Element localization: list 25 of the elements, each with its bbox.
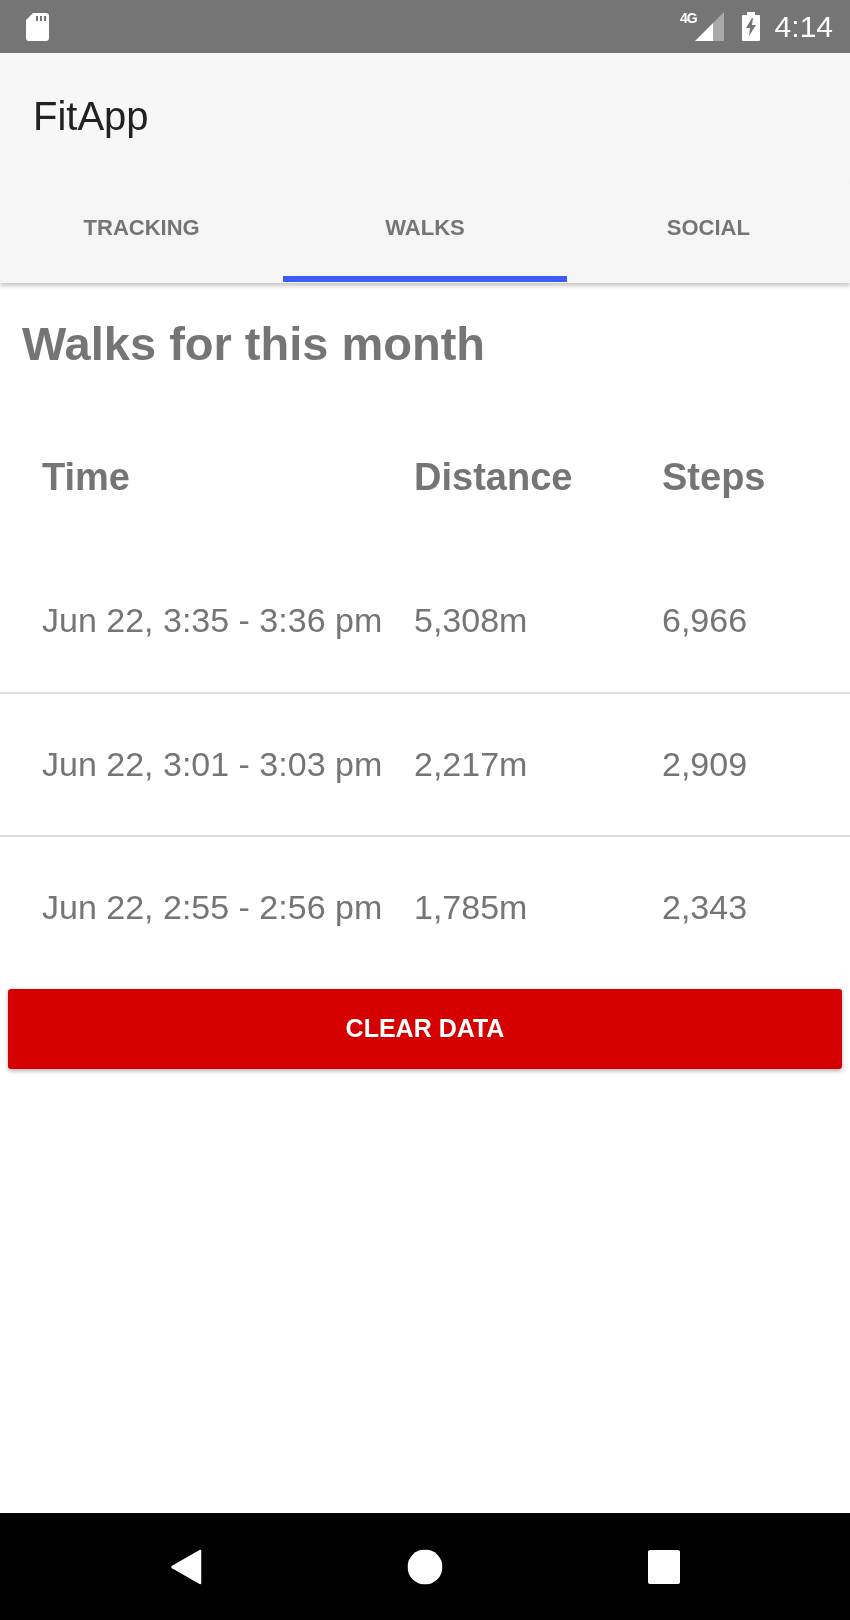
table-cell-text: Jun 22, 3:35 - 3:36 pm (42, 600, 384, 641)
home-icon[interactable] (407, 1549, 443, 1584)
table-cell-text: 2,909 (662, 744, 749, 785)
column-header: Distance (414, 455, 574, 500)
back-icon[interactable] (170, 1548, 202, 1585)
clear-data-button[interactable]: CLEAR DATA (8, 989, 842, 1069)
tab[interactable]: SOCIAL (566, 178, 850, 282)
column-header: Steps (662, 455, 767, 500)
table-cell-text: 6,966 (662, 600, 749, 641)
table-cell-text: Jun 22, 2:55 - 2:56 pm (42, 887, 384, 928)
column-header: Time (42, 455, 131, 500)
table-cell-text: 2,343 (662, 887, 749, 928)
sd-card-icon (26, 12, 49, 41)
clock-time: 4:14 (774, 11, 833, 42)
recents-icon[interactable] (648, 1549, 680, 1584)
tab[interactable]: TRACKING (0, 178, 284, 282)
tab[interactable]: WALKS (283, 178, 567, 282)
table-cell-text: 1,785m (414, 887, 529, 928)
page-heading: Walks for this month (22, 316, 487, 372)
table-cell-text: 2,217m (414, 744, 529, 785)
table-cell-text: 5,308m (414, 600, 529, 641)
network-type-label: 4G (679, 11, 697, 25)
app-title: FitApp (33, 95, 149, 136)
table-cell-text: Jun 22, 3:01 - 3:03 pm (42, 744, 384, 785)
battery-charging-icon (741, 12, 760, 41)
